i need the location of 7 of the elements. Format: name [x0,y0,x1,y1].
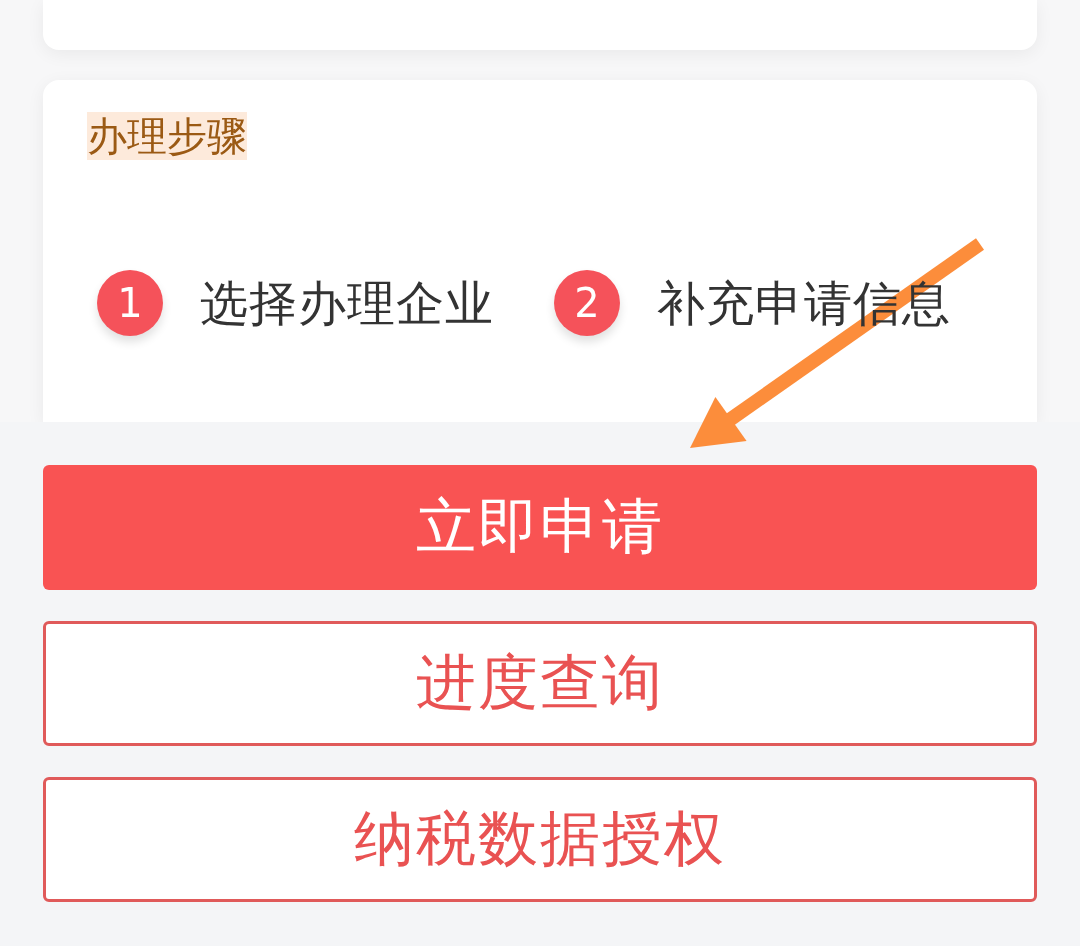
action-button[interactable]: 纳税数据授权 [43,777,1037,902]
step-number: 2 [554,270,620,336]
step-label: 选择办理企业 [200,274,494,333]
action-button[interactable]: 立即申请 [43,465,1037,590]
section-title: 办理步骤 [87,112,247,160]
action-button[interactable]: 进度查询 [43,621,1037,746]
step-number: 1 [97,270,163,336]
